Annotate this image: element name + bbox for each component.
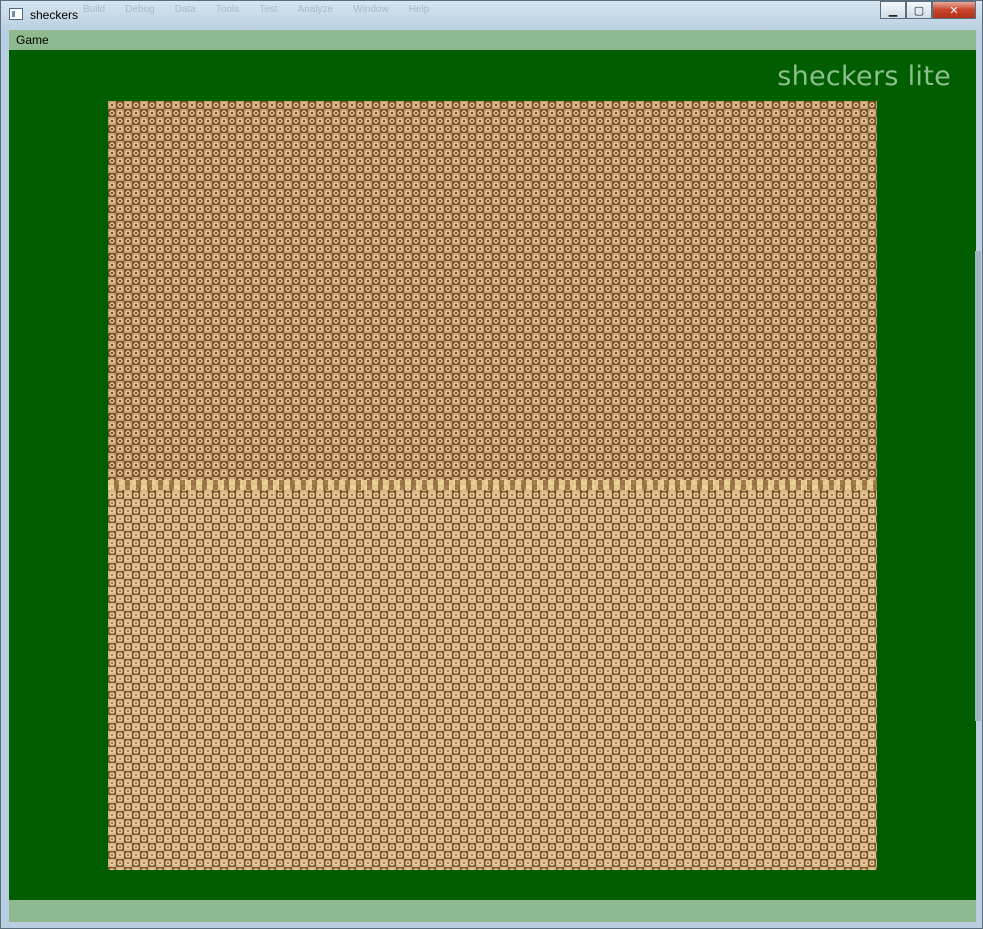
ghost-menu-item: Tools (215, 4, 240, 15)
ghost-menu-item: Analyze (297, 4, 334, 15)
board-center-seam (108, 480, 877, 490)
game-area: sheckers lite (9, 50, 976, 900)
brand-title: sheckers lite (777, 61, 951, 92)
status-bar (9, 900, 976, 922)
ghost-menu-item: Help (408, 4, 430, 15)
minimize-icon: ▁ (888, 3, 898, 17)
ghost-menu-item: Window (353, 4, 389, 15)
ghost-menu-item: Test (259, 4, 278, 15)
background-scrollbar (975, 251, 981, 721)
title-bar[interactable]: sheckers Build Debug Data Tools Test Ana… (1, 1, 982, 29)
menu-item-game[interactable]: Game (16, 33, 49, 47)
maximize-icon: ▢ (913, 3, 925, 17)
checker-board-lower-half[interactable] (108, 491, 877, 870)
app-icon[interactable] (9, 8, 23, 20)
menu-bar: Game (9, 30, 976, 50)
window-title: sheckers (30, 8, 79, 22)
minimize-button[interactable]: ▁ (880, 1, 906, 19)
caption-buttons: ▁ ▢ ✕ (880, 1, 976, 19)
ghost-menu-item: Build (83, 4, 106, 15)
ghost-menu-item: Data (174, 4, 196, 15)
background-window-menu: Build Debug Data Tools Test Analyze Wind… (83, 4, 429, 18)
app-window: sheckers Build Debug Data Tools Test Ana… (0, 0, 983, 929)
close-button[interactable]: ✕ (932, 1, 976, 19)
ghost-menu-item: Debug (125, 4, 155, 15)
maximize-button[interactable]: ▢ (906, 1, 932, 19)
close-icon: ✕ (949, 3, 959, 17)
